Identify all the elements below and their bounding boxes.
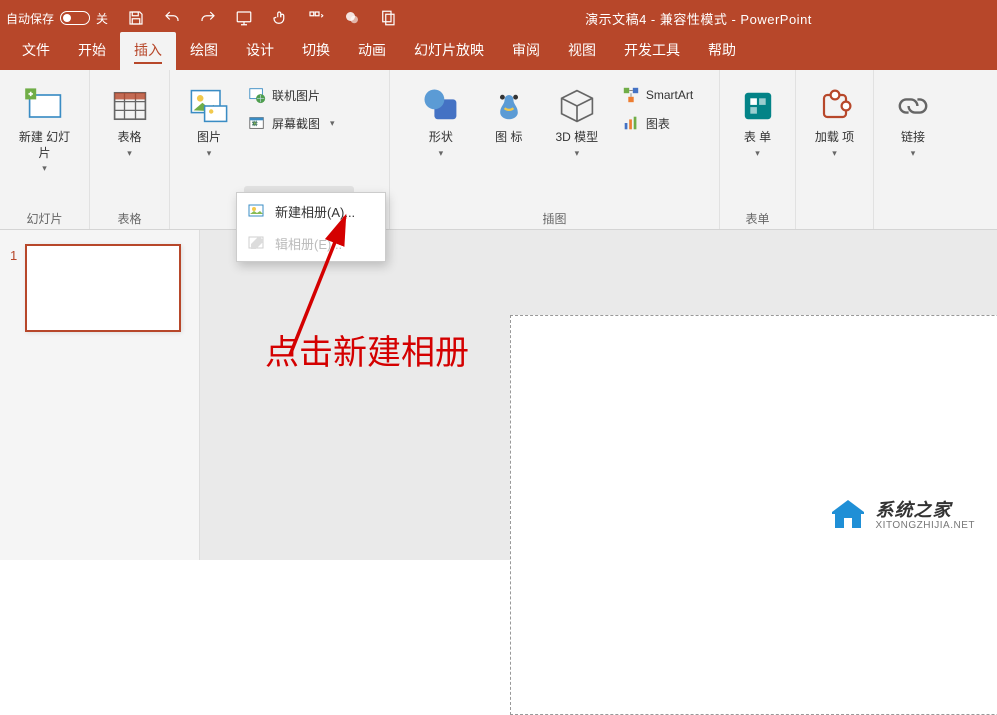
shapes-button[interactable]: 形状▾ [408,80,474,163]
smartart-icon [622,86,640,104]
slide-thumbnail-panel[interactable]: 1 [0,230,200,560]
watermark-sub: XITONGZHIJIA.NET [876,520,976,531]
form-button[interactable]: 表 单▾ [725,80,791,163]
chevron-down-icon: ▾ [207,148,212,159]
form-icon [736,84,780,128]
addin-icon [813,84,857,128]
chevron-down-icon: ▾ [911,148,916,159]
watermark-logo-icon [828,498,868,534]
group-links: 链接▾ . [874,70,952,229]
watermark-main: 系统之家 [876,501,976,521]
dropdown1-icon[interactable] [298,0,334,36]
new-slide-button[interactable]: 新建 幻灯片 ▾ [12,80,78,178]
ribbon-tabs: 文件 开始 插入 绘图 设计 切换 动画 幻灯片放映 审阅 视图 开发工具 帮助 [0,36,997,70]
table-icon [108,84,152,128]
table-label: 表格 [117,130,141,146]
group-illustrations: 形状▾ 图 标 3D 模型▾ SmartArt 图表 插图 [390,70,720,229]
autosave-label: 自动保存 [6,10,54,27]
tab-animation[interactable]: 动画 [344,32,400,70]
smartart-button[interactable]: SmartArt [618,82,701,108]
threed-button[interactable]: 3D 模型▾ [544,80,610,163]
tab-home[interactable]: 开始 [64,32,120,70]
group-images: 图片 ▾ 联机图片 屏幕截图 ▾ 相册 ▾ [170,70,390,229]
tab-view[interactable]: 视图 [554,32,610,70]
tab-help[interactable]: 帮助 [694,32,750,70]
save-icon[interactable] [118,0,154,36]
group-slides: 新建 幻灯片 ▾ 幻灯片 [0,70,90,229]
shapes-icon [419,84,463,128]
watermark: 系统之家 XITONGZHIJIA.NET [828,498,976,534]
toggle-icon [60,11,90,25]
screenshot-label: 屏幕截图 [272,115,320,132]
link-button[interactable]: 链接▾ [880,80,946,163]
present-icon[interactable] [226,0,262,36]
tab-transition[interactable]: 切换 [288,32,344,70]
new-slide-label: 新建 幻灯片 [14,130,76,161]
edit-album-label: 辑相册(E)... [275,234,342,253]
screenshot-icon [248,114,266,132]
group-illustrations-label: 插图 [542,206,566,229]
tab-developer[interactable]: 开发工具 [610,32,694,70]
group-tables-label: 表格 [117,206,141,229]
annotation-text: 点击新建相册 [265,325,469,374]
album-icon [247,201,267,221]
album-edit-icon [247,233,267,253]
chevron-down-icon: ▾ [330,118,335,129]
autosave-toggle[interactable]: 自动保存 关 [6,10,108,27]
new-slide-icon [23,84,67,128]
tab-draw[interactable]: 绘图 [176,32,232,70]
slide-thumb-row[interactable]: 1 [10,244,189,332]
chevron-down-icon: ▾ [832,148,837,159]
slide-thumbnail[interactable] [25,244,181,332]
undo-icon[interactable] [154,0,190,36]
chevron-down-icon: ▾ [755,148,760,159]
group-slides-label: 幻灯片 [26,206,62,229]
picture-button[interactable]: 图片 ▾ [176,80,242,163]
chart-icon [622,114,640,132]
document-title: 演示文稿4 - 兼容性模式 - PowerPoint [406,9,991,28]
dropdown2-icon[interactable] [334,0,370,36]
new-album-label: 新建相册(A)... [275,202,355,221]
tab-file[interactable]: 文件 [8,32,64,70]
picture-icon [187,84,231,128]
group-forms: 表 单▾ 表单 [720,70,796,229]
icons-button[interactable]: 图 标 [476,80,542,150]
picture-label: 图片 [197,130,221,146]
quick-access-toolbar [118,0,406,36]
tab-design[interactable]: 设计 [232,32,288,70]
tab-review[interactable]: 审阅 [498,32,554,70]
redo-icon[interactable] [190,0,226,36]
threed-icon [555,84,599,128]
table-button[interactable]: 表格 ▾ [97,80,163,163]
paste-icon[interactable] [370,0,406,36]
title-bar: 自动保存 关 演示文稿4 - 兼容性模式 - PowerPoint [0,0,997,36]
addin-button[interactable]: 加载 项▾ [802,80,868,163]
new-album-item[interactable]: 新建相册(A)... [239,195,383,227]
chevron-down-icon: ▾ [439,148,444,159]
group-addins: 加载 项▾ . [796,70,874,229]
chart-button[interactable]: 图表 [618,110,701,136]
group-tables: 表格 ▾ 表格 [90,70,170,229]
chevron-down-icon: ▾ [575,148,580,159]
tab-slideshow[interactable]: 幻灯片放映 [400,32,498,70]
chevron-down-icon: ▾ [127,148,132,159]
chevron-down-icon: ▾ [42,163,47,174]
online-picture-icon [248,86,266,104]
online-picture-label: 联机图片 [272,87,320,104]
edit-album-item: 辑相册(E)... [239,227,383,259]
online-picture-button[interactable]: 联机图片 [244,82,383,108]
ribbon: 新建 幻灯片 ▾ 幻灯片 表格 ▾ 表格 图片 ▾ [0,70,997,230]
tab-insert[interactable]: 插入 [120,32,176,70]
touch-icon[interactable] [262,0,298,36]
screenshot-button[interactable]: 屏幕截图 ▾ [244,110,383,136]
autosave-state: 关 [96,10,108,27]
link-icon [891,84,935,128]
icons-icon [487,84,531,128]
slide-number: 1 [10,248,17,263]
album-dropdown: 新建相册(A)... 辑相册(E)... [236,192,386,262]
